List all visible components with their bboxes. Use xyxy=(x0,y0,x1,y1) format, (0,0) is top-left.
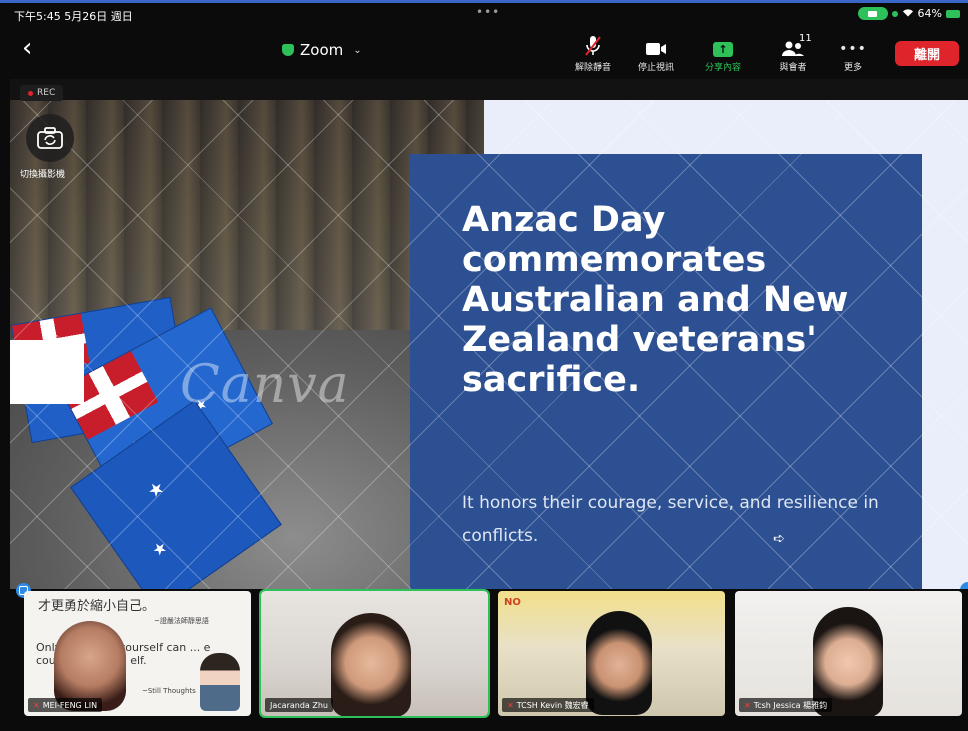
share-label: 分享內容 xyxy=(704,63,741,73)
meeting-title[interactable]: Zoom ⌄ xyxy=(282,41,362,59)
recording-badge: REC xyxy=(20,85,64,101)
mic-muted-icon: ✕ xyxy=(33,700,40,710)
participant-video xyxy=(586,611,652,715)
status-right: 64% xyxy=(857,7,960,20)
participant-gallery: 才更勇於縮小自己。 ~證嚴法師靜思語 Only ... espect yours… xyxy=(0,583,968,731)
participant-name-tag: ✕ TCSH Kevin 魏宏睿 xyxy=(502,698,594,712)
participant-tile[interactable]: NO ✕ TCSH Kevin 魏宏睿 xyxy=(498,591,725,716)
switch-camera-button[interactable] xyxy=(26,114,74,162)
quote-chinese-source: ~證嚴法師靜思語 xyxy=(154,617,209,625)
participant-name: MEI-FENG LIN xyxy=(42,700,98,710)
video-camera-icon xyxy=(646,43,666,55)
participant-tile-active-speaker[interactable]: Jacaranda Zhu xyxy=(259,589,490,718)
pointer-arrow-icon: ➪ xyxy=(773,531,785,547)
participant-name: Tcsh Jessica 楊雅鈞 xyxy=(753,700,828,710)
shield-icon xyxy=(282,44,294,56)
participant-name-tag: Jacaranda Zhu xyxy=(265,698,333,712)
slide-title: Anzac Day commemorates Australian and Ne… xyxy=(462,200,849,400)
camera-dot-icon xyxy=(891,10,898,17)
more-label: 更多 xyxy=(843,63,862,73)
shared-content-area: ★ ★ ★ ★ ★ Anzac Day commemorates Austral… xyxy=(10,79,968,589)
stop-video-button[interactable]: 停止視訊 xyxy=(626,35,686,73)
switch-camera-label: 切換攝影機 xyxy=(20,170,66,180)
meeting-toolbar: ‹ Zoom ⌄ 解除靜音 停止視訊 ↑ 分享內容 11 與會者 ••• 更多 … xyxy=(0,25,968,79)
mic-muted-icon: ✕ xyxy=(744,700,751,710)
camera-switch-icon xyxy=(37,127,63,149)
participant-tile[interactable]: 才更勇於縮小自己。 ~證嚴法師靜思語 Only ... espect yours… xyxy=(24,591,251,716)
chevron-down-icon: ⌄ xyxy=(353,44,362,56)
mic-muted-icon: ✕ xyxy=(507,700,514,710)
participant-tile[interactable]: ✕ Tcsh Jessica 楊雅鈞 xyxy=(735,591,962,716)
stop-video-label: 停止視訊 xyxy=(637,63,674,73)
wifi-icon xyxy=(902,7,914,20)
white-overlay-block xyxy=(10,340,84,404)
more-button[interactable]: ••• 更多 xyxy=(823,35,883,73)
recording-dot-icon xyxy=(28,90,33,96)
quote-signature: ~Still Thoughts xyxy=(142,687,196,695)
poster-text: NO xyxy=(504,597,521,608)
participants-count: 11 xyxy=(799,33,812,44)
status-time: 下午5:45 5月26日 週日 xyxy=(14,10,133,23)
share-content-button[interactable]: ↑ 分享內容 xyxy=(693,35,753,73)
back-chevron-icon[interactable]: ‹ xyxy=(22,35,32,61)
quote-chinese: 才更勇於縮小自己。 xyxy=(38,599,156,614)
participant-name: Jacaranda Zhu xyxy=(270,700,328,710)
leave-button[interactable]: 離開 xyxy=(895,41,959,66)
more-dots-icon: ••• xyxy=(839,41,867,57)
participant-video xyxy=(331,613,411,716)
status-bar: 下午5:45 5月26日 週日 ••• 64% xyxy=(0,3,968,25)
canva-watermark: Canva xyxy=(180,355,350,415)
participant-name-tag: ✕ MEI-FENG LIN xyxy=(28,698,103,712)
participant-name-tag: ✕ Tcsh Jessica 楊雅鈞 xyxy=(739,698,833,712)
battery-icon xyxy=(946,9,960,18)
share-arrow-icon: ↑ xyxy=(713,42,733,57)
illustration-image xyxy=(200,653,240,711)
slide-text-card: Anzac Day commemorates Australian and Ne… xyxy=(410,154,922,589)
participants-label: 與會者 xyxy=(779,63,807,73)
meeting-title-text: Zoom xyxy=(300,41,344,59)
unmute-button[interactable]: 解除靜音 xyxy=(563,35,623,73)
recording-label: REC xyxy=(37,88,56,98)
slide-subtitle: It honors their courage, service, and re… xyxy=(462,493,879,546)
battery-percent: 64% xyxy=(917,7,942,20)
mic-muted-icon xyxy=(585,36,601,56)
unmute-label: 解除靜音 xyxy=(574,63,611,73)
participant-name: TCSH Kevin 魏宏睿 xyxy=(516,700,589,710)
multitask-dots[interactable]: ••• xyxy=(476,5,500,19)
participants-button[interactable]: 11 與會者 xyxy=(763,33,823,73)
camera-indicator-icon xyxy=(857,7,888,20)
